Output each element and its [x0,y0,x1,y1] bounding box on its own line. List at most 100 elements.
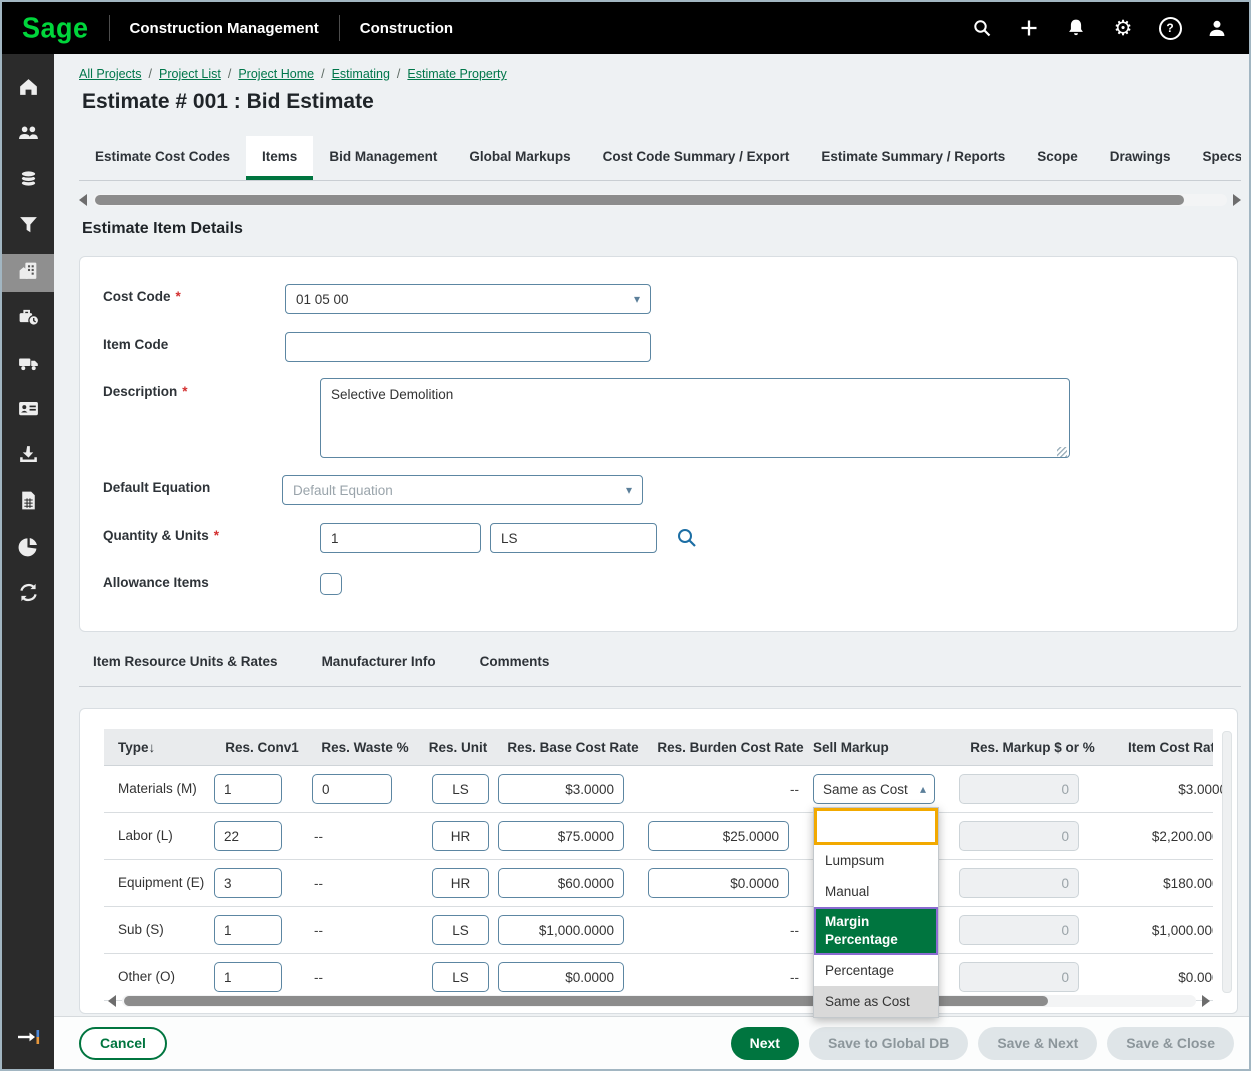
table-horizontal-scrollbar[interactable] [108,993,1210,1008]
unit-input[interactable] [490,523,657,553]
unit-input[interactable] [432,868,489,898]
unit-input[interactable] [432,962,489,992]
dropdown-option-manual[interactable]: Manual [814,876,938,907]
save-and-close-button[interactable]: Save & Close [1107,1027,1234,1060]
tab-global-markups[interactable]: Global Markups [453,136,586,180]
scroll-right-arrow-icon[interactable] [1233,194,1241,206]
unit-input[interactable] [432,915,489,945]
nav-estimates-active[interactable] [2,254,54,292]
burden-cost-input[interactable] [648,821,789,851]
unit-input[interactable] [432,821,489,851]
subtab-manufacturer-info[interactable]: Manufacturer Info [322,654,436,669]
unit-input[interactable] [432,774,489,804]
nav-sync[interactable] [2,576,54,614]
breadcrumb-project-home[interactable]: Project Home [238,67,314,81]
save-and-next-button[interactable]: Save & Next [978,1027,1097,1060]
breadcrumb: All Projects / Project List / Project Ho… [79,67,507,81]
tab-cost-code-summary[interactable]: Cost Code Summary / Export [587,136,806,180]
dropdown-search-input[interactable] [814,808,938,845]
tabs-horizontal-scrollbar[interactable] [79,192,1241,207]
tab-estimate-cost-codes[interactable]: Estimate Cost Codes [79,136,246,180]
dropdown-option-margin-percentage[interactable]: Margin Percentage [814,907,938,955]
scrollbar-track[interactable] [93,194,1227,206]
col-header-markup-pct[interactable]: Res. Markup $ or % [959,740,1106,755]
nav-equipment[interactable] [2,346,54,384]
required-asterisk: * [176,289,181,304]
help-icon[interactable]: ? [1158,16,1182,40]
breadcrumb-all-projects[interactable]: All Projects [79,67,142,81]
dropdown-option-lumpsum[interactable]: Lumpsum [814,845,938,876]
conv-input[interactable] [214,868,282,898]
nav-toolbox[interactable] [2,300,54,338]
settings-gear-icon[interactable]: ⚙ [1111,16,1135,40]
nav-coins[interactable] [2,162,54,200]
dropdown-option-percentage[interactable]: Percentage [814,955,938,986]
tab-estimate-summary[interactable]: Estimate Summary / Reports [805,136,1021,180]
nav-reports[interactable] [2,530,54,568]
nav-team[interactable] [2,116,54,154]
col-header-type[interactable]: Type↓ [104,740,212,755]
quantity-input[interactable] [320,523,481,553]
base-cost-input[interactable] [498,868,624,898]
tab-bid-management[interactable]: Bid Management [313,136,453,180]
burden-cost-input[interactable] [648,868,789,898]
nav-spreadsheet[interactable] [2,484,54,522]
col-header-base-cost[interactable]: Res. Base Cost Rate [498,740,648,755]
base-cost-input[interactable] [498,821,624,851]
search-icon[interactable] [970,16,994,40]
scroll-left-arrow-icon[interactable] [79,194,87,206]
tab-specs[interactable]: Specs [1187,136,1241,180]
cancel-button[interactable]: Cancel [79,1027,167,1060]
col-header-burden-cost[interactable]: Res. Burden Cost Rate [648,740,813,755]
base-cost-input[interactable] [498,915,624,945]
col-header-res-conv1[interactable]: Res. Conv1 [212,740,312,755]
allowance-items-checkbox[interactable] [320,573,342,595]
breadcrumb-separator: / [321,67,324,81]
save-to-global-db-button[interactable]: Save to Global DB [809,1027,968,1060]
item-code-input[interactable] [285,332,651,362]
scrollbar-thumb[interactable] [95,195,1184,205]
nav-filter[interactable] [2,208,54,246]
textarea-resize-grip[interactable] [1057,447,1067,457]
notifications-bell-icon[interactable] [1064,16,1088,40]
base-cost-input[interactable] [498,962,624,992]
breadcrumb-estimating[interactable]: Estimating [332,67,390,81]
scrollbar-track[interactable] [122,995,1196,1007]
col-header-item-cost[interactable]: Item Cost Rate [1106,740,1213,755]
table-vertical-scrollbar[interactable] [1222,731,1232,993]
conv-input[interactable] [214,962,282,992]
filter-funnel-icon [17,213,40,241]
col-header-sell-markup[interactable]: Sell Markup [813,740,959,755]
col-header-res-waste[interactable]: Res. Waste % [312,740,418,755]
conv-input[interactable] [214,915,282,945]
nav-contacts[interactable] [2,392,54,430]
scroll-right-arrow-icon[interactable] [1202,995,1210,1007]
breadcrumb-estimate-property[interactable]: Estimate Property [407,67,506,81]
nav-import[interactable] [2,438,54,476]
breadcrumb-project-list[interactable]: Project List [159,67,221,81]
subtab-comments[interactable]: Comments [480,654,550,669]
conv-input[interactable] [214,821,282,851]
row-type-label: Sub (S) [104,921,212,939]
dropdown-option-same-as-cost[interactable]: Same as Cost [814,986,938,1017]
waste-empty: -- [312,923,418,938]
col-header-res-unit[interactable]: Res. Unit [418,740,498,755]
sidebar-expand-button[interactable] [2,1026,54,1053]
default-equation-select[interactable]: Default Equation ▾ [282,475,643,505]
profile-icon[interactable] [1205,16,1229,40]
sell-markup-select-open[interactable]: Same as Cost ▴ [813,774,935,804]
base-cost-input[interactable] [498,774,624,804]
next-button[interactable]: Next [731,1027,799,1060]
conv-input[interactable] [214,774,282,804]
description-textarea[interactable]: Selective Demolition [320,378,1070,458]
nav-home[interactable] [2,70,54,108]
add-icon[interactable] [1017,16,1041,40]
tab-drawings[interactable]: Drawings [1094,136,1187,180]
subtab-resource-units-rates[interactable]: Item Resource Units & Rates [93,654,278,669]
tab-items[interactable]: Items [246,136,313,180]
waste-input[interactable] [312,774,392,804]
unit-lookup-search-icon[interactable] [675,526,699,555]
cost-code-select[interactable]: 01 05 00 ▾ [285,284,651,314]
scroll-left-arrow-icon[interactable] [108,995,116,1007]
tab-scope[interactable]: Scope [1021,136,1094,180]
